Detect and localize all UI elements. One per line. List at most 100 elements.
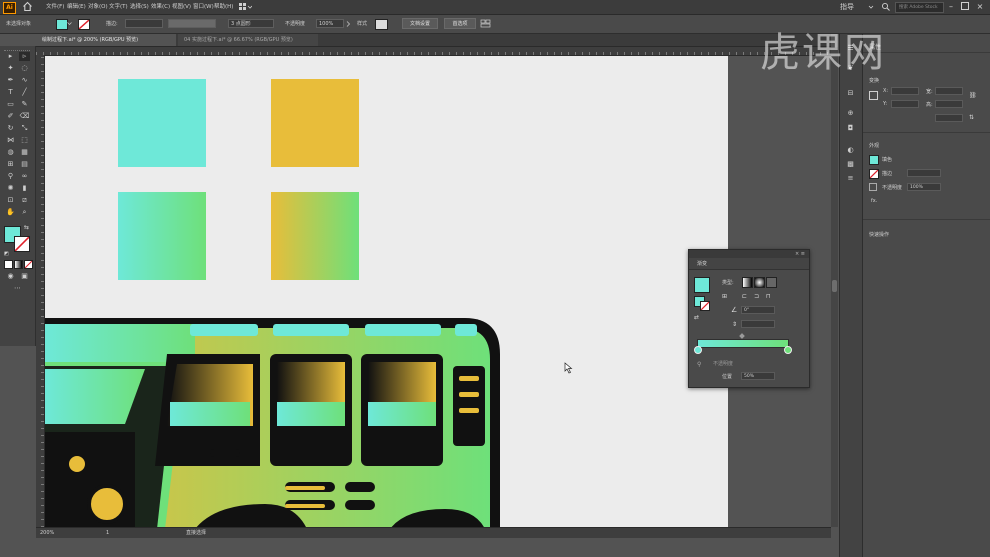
menu-select[interactable]: 选择(S) <box>130 2 149 12</box>
close-icon[interactable]: × <box>975 1 985 12</box>
type-tool-icon[interactable]: T <box>5 88 16 97</box>
stroke-weight-field[interactable] <box>125 19 163 28</box>
gradient-tool-icon[interactable]: ▤ <box>19 160 30 169</box>
eraser-icon[interactable]: ⌫ <box>19 112 30 121</box>
appearance-fill-swatch[interactable] <box>869 155 879 165</box>
edit-toolbar-icon[interactable]: ⋯ <box>12 284 23 293</box>
reference-point-icon[interactable] <box>869 91 878 100</box>
vertical-scrollbar-thumb[interactable] <box>832 280 837 292</box>
workspace-switcher[interactable]: 指导 <box>840 2 854 12</box>
document-setup-button[interactable]: 文档设置 <box>402 18 438 29</box>
stroke-none-swatch[interactable] <box>78 19 90 30</box>
tab-active-document[interactable]: 绘制过程下.ai* @ 200% (RGB/GPU 预览) <box>36 34 176 46</box>
symbol-sprayer-icon[interactable]: ✺ <box>5 184 16 193</box>
panel-close-icon[interactable]: × ≡ <box>795 250 805 258</box>
gradient-stop-start[interactable] <box>694 346 702 354</box>
x-field[interactable] <box>891 87 919 95</box>
width-tool-icon[interactable]: ⋈ <box>5 136 16 145</box>
gradient-eyedropper-icon[interactable]: ⚲ <box>697 361 705 369</box>
minimize-icon[interactable]: – <box>946 1 956 12</box>
y-field[interactable] <box>891 100 919 108</box>
shape-builder-icon[interactable]: ◍ <box>5 148 16 157</box>
bus-illustration[interactable] <box>45 314 515 527</box>
linear-gradient-button[interactable] <box>742 277 753 288</box>
page-number[interactable]: 1 <box>106 528 109 538</box>
swap-fill-stroke-icon[interactable]: ⇆ <box>24 224 32 232</box>
pathfinder-panel-icon[interactable]: ◘ <box>845 124 856 133</box>
width-field[interactable] <box>935 87 963 95</box>
fill-chevron-icon[interactable] <box>67 21 72 26</box>
menu-edit[interactable]: 编辑(E) <box>67 2 86 12</box>
menu-file[interactable]: 文件(F) <box>46 2 64 12</box>
eyedropper-icon[interactable]: ⚲ <box>5 172 16 181</box>
gradient-cyan-green-square[interactable] <box>118 192 206 280</box>
reverse-gradient-icon[interactable]: ⇄ <box>694 314 702 322</box>
swatches-panel-icon[interactable]: ▩ <box>845 160 856 169</box>
menu-effect[interactable]: 效果(C) <box>151 2 170 12</box>
stroke-gradient-within-icon[interactable]: ⊏ <box>742 293 751 302</box>
flip-icon[interactable]: ⇅ <box>969 114 977 122</box>
menu-window[interactable]: 窗口(W) <box>193 2 214 12</box>
brush-definition-field[interactable]: 3 点圆形 <box>228 19 274 28</box>
none-mode-icon[interactable] <box>24 260 33 269</box>
gradient-panel-header[interactable]: × ≡ <box>689 250 809 258</box>
gradient-yellow-green-square[interactable] <box>271 192 359 280</box>
transform-panel-icon[interactable]: ⊕ <box>845 109 856 118</box>
screen-mode-icon[interactable]: ▣ <box>19 272 30 281</box>
gradient-location-field[interactable]: 50% <box>741 372 775 380</box>
rotate-field[interactable] <box>935 114 963 122</box>
freeform-gradient-button[interactable] <box>766 277 777 288</box>
gradient-stroke-swatch[interactable] <box>700 301 710 311</box>
gradient-preview-swatch[interactable] <box>694 277 710 293</box>
stroke-gradient-across-icon[interactable]: ⊓ <box>766 293 775 302</box>
horizontal-ruler[interactable] <box>36 47 831 56</box>
rectangle-tool-icon[interactable]: ▭ <box>5 100 16 109</box>
tab-inactive-document[interactable]: 04 实施过程下.ai* @ 66.67% (RGB/GPU 预览) <box>178 34 318 46</box>
gradient-midpoint-handle[interactable] <box>739 333 745 339</box>
artboard-tool-icon[interactable]: ⊡ <box>5 196 16 205</box>
stock-search-input[interactable]: 搜索 Adobe Stock <box>895 2 944 13</box>
stroke-weight-field[interactable] <box>907 169 941 177</box>
selection-tool-icon[interactable]: ▸ <box>5 52 16 61</box>
solid-cyan-square[interactable] <box>118 79 206 167</box>
paintbrush-icon[interactable]: ✎ <box>19 100 30 109</box>
stroke-gradient-along-icon[interactable]: ⊐ <box>754 293 763 302</box>
gradient-angle-field[interactable]: 0° <box>741 306 775 314</box>
column-graph-icon[interactable]: ▮ <box>19 184 30 193</box>
menu-view[interactable]: 视图(V) <box>172 2 191 12</box>
perspective-grid-icon[interactable]: ▦ <box>19 148 30 157</box>
height-field[interactable] <box>935 100 963 108</box>
arrange-docs-icon[interactable] <box>480 19 492 28</box>
zoom-tool-icon[interactable]: ⌕ <box>19 208 30 217</box>
scale-tool-icon[interactable]: ⤡ <box>19 124 30 133</box>
blend-tool-icon[interactable]: ∞ <box>19 172 30 181</box>
solid-yellow-square[interactable] <box>271 79 359 167</box>
gradient-stop-end[interactable] <box>784 346 792 354</box>
default-colors-icon[interactable]: ◩ <box>4 251 11 258</box>
stroke-panel-icon[interactable]: ≡ <box>845 174 856 183</box>
gradient-aspect-field[interactable] <box>741 320 775 328</box>
drawing-modes-icon[interactable]: ◉ <box>5 272 16 281</box>
rotate-tool-icon[interactable]: ↻ <box>5 124 16 133</box>
appearance-stroke-swatch[interactable] <box>869 169 879 179</box>
graphic-style-swatch[interactable] <box>375 19 388 30</box>
home-icon[interactable] <box>22 1 33 12</box>
align-panel-icon[interactable]: ⊟ <box>845 89 856 98</box>
gradient-tab-label[interactable]: 渐变 <box>697 260 707 267</box>
gradient-slider[interactable] <box>697 339 789 348</box>
workspace-chevron-icon[interactable] <box>868 4 874 10</box>
constrain-proportions-icon[interactable]: ⛓ <box>969 92 977 102</box>
color-mode-icon[interactable] <box>4 260 13 269</box>
preferences-button[interactable]: 首选项 <box>444 18 476 29</box>
workspace-grid-icon[interactable] <box>238 2 252 12</box>
slice-tool-icon[interactable]: ⧄ <box>19 196 30 205</box>
opacity-chevron-icon[interactable] <box>346 21 351 27</box>
opacity-field[interactable]: 100% <box>907 183 941 191</box>
zoom-level[interactable]: 200% <box>40 528 54 538</box>
opacity-field[interactable]: 100% <box>316 19 344 28</box>
maximize-icon[interactable] <box>961 2 969 10</box>
magic-wand-icon[interactable]: ✦ <box>5 64 16 73</box>
gradient-mode-icon[interactable] <box>14 260 23 269</box>
line-tool-icon[interactable]: ╱ <box>19 88 30 97</box>
direct-selection-tool-icon[interactable]: ▹ <box>19 52 30 61</box>
